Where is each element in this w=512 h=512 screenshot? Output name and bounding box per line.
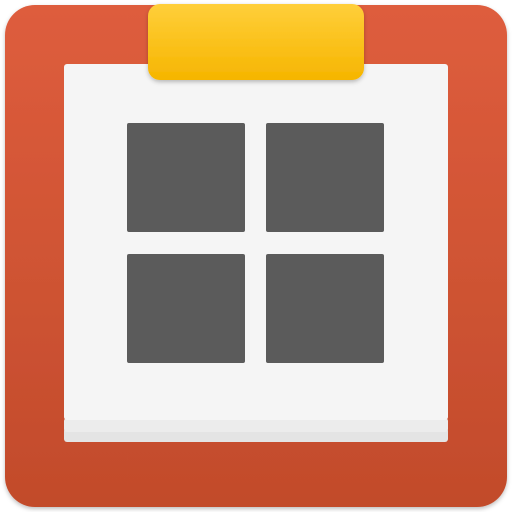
page-stack-middle [64, 418, 448, 432]
calendar-grid-app-icon [0, 0, 512, 512]
calendar-page [64, 64, 448, 420]
grid-tile-top-left [127, 123, 245, 232]
grid-tile-bottom-left [127, 254, 245, 363]
grid-tile-bottom-right [266, 254, 384, 363]
calendar-grid-icon-graphic [5, 4, 507, 507]
grid-tile-top-right [266, 123, 384, 232]
binder-tab [148, 4, 364, 80]
